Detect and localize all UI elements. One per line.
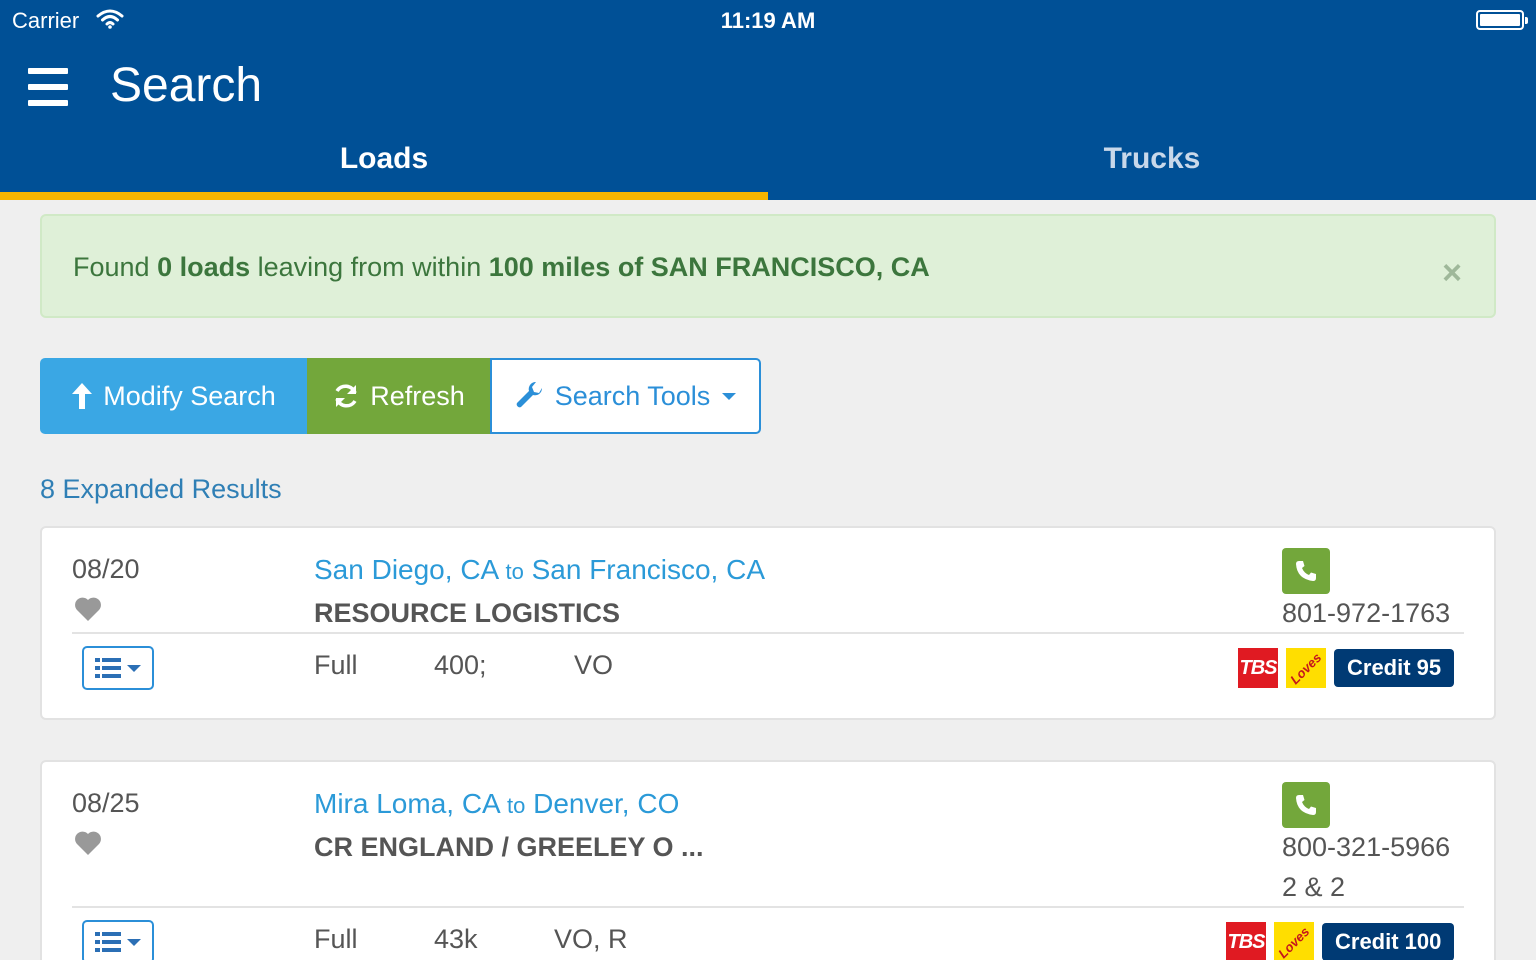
chevron-down-icon <box>722 392 737 400</box>
alert-location: 100 miles of SAN FRANCISCO, CA <box>488 252 930 282</box>
loves-logo-text: Loves <box>1287 649 1325 687</box>
app-header: Carrier 11:19 AM Search Loads Trucks <box>0 0 1536 200</box>
load-actions-dropdown[interactable] <box>82 920 154 960</box>
battery-icon <box>1476 10 1528 30</box>
page-title: Search <box>110 59 263 112</box>
search-toolbar: Modify Search Refresh Search Tools <box>40 358 761 434</box>
menu-icon[interactable] <box>28 68 68 108</box>
load-actions-dropdown[interactable] <box>82 646 154 690</box>
search-tools-dropdown[interactable]: Search Tools <box>490 358 761 434</box>
route-to-label: to <box>505 559 524 584</box>
load-origin: Mira Loma, CA <box>314 788 500 819</box>
list-icon <box>95 932 121 952</box>
refresh-button[interactable]: Refresh <box>307 358 490 434</box>
phone-icon <box>1296 561 1316 581</box>
tbs-logo: TBS <box>1238 648 1278 688</box>
load-date: 08/25 <box>72 788 140 818</box>
load-route[interactable]: San Diego, CA to San Francisco, CA <box>314 554 765 586</box>
chevron-down-icon <box>127 664 141 672</box>
heart-icon[interactable] <box>74 596 102 622</box>
results-alert: Found 0 loads leaving from within 100 mi… <box>40 214 1496 318</box>
load-date: 08/20 <box>72 554 140 584</box>
card-divider <box>72 906 1464 908</box>
refresh-label: Refresh <box>370 380 465 411</box>
loves-logo: Loves <box>1286 648 1326 688</box>
tab-trucks[interactable]: Trucks <box>768 128 1536 200</box>
arrow-up-icon <box>72 383 93 409</box>
alert-message: Found 0 loads leaving from within 100 mi… <box>73 252 930 283</box>
alert-load-count: 0 loads <box>157 252 251 282</box>
load-size: Full <box>314 650 358 680</box>
loves-logo: Loves <box>1274 922 1314 960</box>
tbs-logo: TBS <box>1226 922 1266 960</box>
tab-bar: Loads Trucks <box>0 128 1536 200</box>
status-time: 11:19 AM <box>720 8 816 33</box>
call-button[interactable] <box>1282 548 1330 594</box>
phone-icon <box>1296 795 1316 815</box>
credit-score-badge[interactable]: Credit 100 <box>1322 923 1455 960</box>
load-size: Full <box>314 924 358 954</box>
load-equipment: VO, R <box>554 924 628 954</box>
load-card[interactable]: 08/25 Mira Loma, CA to Denver, CO CR ENG… <box>40 760 1496 960</box>
load-weight: 400; <box>434 650 487 680</box>
call-button[interactable] <box>1282 782 1330 828</box>
alert-text-prefix: Found <box>73 252 158 282</box>
load-card[interactable]: 08/20 San Diego, CA to San Francisco, CA… <box>40 526 1496 720</box>
load-route[interactable]: Mira Loma, CA to Denver, CO <box>314 788 679 820</box>
refresh-icon <box>335 384 357 408</box>
modify-search-label: Modify Search <box>103 380 276 411</box>
load-destination: San Francisco, CA <box>531 554 766 585</box>
results-count: 8 Expanded Results <box>40 474 282 504</box>
load-company: CR ENGLAND / GREELEY O ... <box>314 832 704 862</box>
heart-icon[interactable] <box>74 830 102 856</box>
status-bar: Carrier 11:19 AM <box>0 0 1536 40</box>
tab-loads[interactable]: Loads <box>0 128 768 200</box>
wrench-icon <box>516 381 542 408</box>
search-tools-label: Search Tools <box>554 380 711 411</box>
modify-search-button[interactable]: Modify Search <box>40 358 307 434</box>
credit-score-badge[interactable]: Credit 95 <box>1334 649 1455 687</box>
load-company: RESOURCE LOGISTICS <box>314 598 621 628</box>
chevron-down-icon <box>127 938 141 946</box>
alert-text-middle: leaving from within <box>250 252 489 282</box>
load-weight: 43k <box>434 924 478 954</box>
list-icon <box>95 658 121 678</box>
route-to-label: to <box>506 793 526 818</box>
load-destination: Denver, CO <box>533 788 680 819</box>
load-origin: San Diego, CA <box>314 554 498 585</box>
phone-number[interactable]: 800-321-5966 <box>1282 832 1450 863</box>
alert-close-button[interactable]: × <box>1442 256 1462 290</box>
card-divider <box>72 632 1464 634</box>
loves-logo-text: Loves <box>1275 923 1313 960</box>
load-equipment: VO <box>574 650 614 680</box>
load-extra-info: 2 & 2 <box>1282 872 1346 902</box>
phone-number[interactable]: 801-972-1763 <box>1282 598 1450 629</box>
